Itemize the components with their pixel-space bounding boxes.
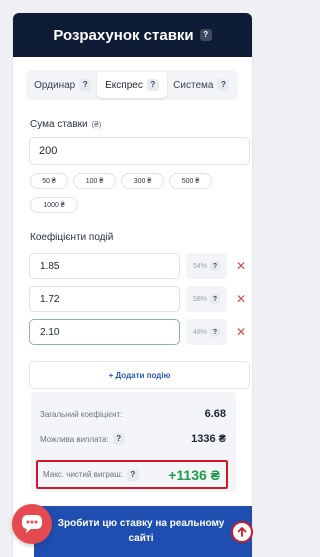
add-event-button[interactable]: + Додати подію [29, 361, 250, 389]
stake-preset-100[interactable]: 100 ₴ [73, 173, 116, 189]
help-icon[interactable]: ? [217, 79, 230, 91]
probability-badge: 54% ? [186, 253, 227, 279]
remove-event-icon[interactable]: ✕ [235, 253, 247, 279]
help-icon[interactable]: ? [210, 327, 220, 337]
stake-label-text: Сума ставки [30, 119, 88, 130]
stake-preset-500[interactable]: 500 ₴ [169, 173, 212, 189]
net-win-label: Макс. чистий виграш: ? [43, 468, 139, 481]
stake-preset-300[interactable]: 300 ₴ [121, 173, 164, 189]
stake-input[interactable]: 200 [29, 137, 250, 165]
net-win-label-text: Макс. чистий виграш: [43, 470, 123, 479]
net-win-highlight: Макс. чистий виграш: ? +1136 ₴ [36, 460, 228, 489]
chat-glyph [22, 515, 42, 533]
bet-type-tabs: Ординар ? Експрес ? Система ? [26, 70, 238, 100]
tab-label: Експрес [105, 79, 143, 91]
remove-event-icon[interactable]: ✕ [235, 286, 247, 312]
help-icon[interactable]: ? [210, 261, 220, 271]
total-odds-row: Загальний коефіцієнт: 6.68 [40, 408, 226, 420]
net-win-value: +1136 ₴ [168, 466, 220, 483]
help-icon[interactable]: ? [210, 294, 220, 304]
probability-value: 54% [192, 262, 207, 270]
probability-value: 58% [192, 295, 207, 303]
calculator-title: Розрахунок ставки [53, 26, 194, 44]
total-odds-label: Загальний коефіцієнт: [40, 409, 123, 419]
probability-value: 48% [192, 328, 207, 336]
place-bet-button[interactable]: Зробити цю ставку на реальному сайті [34, 506, 252, 557]
odds-label: Коефіцієнти подій [30, 232, 114, 243]
odd-input-2[interactable]: 1.72 [29, 286, 180, 312]
help-icon[interactable]: ? [112, 433, 125, 445]
odd-input-1[interactable]: 1.85 [29, 253, 180, 279]
tab-single[interactable]: Ординар ? [28, 72, 97, 98]
help-icon[interactable]: ? [79, 79, 92, 91]
help-icon[interactable]: ? [199, 29, 212, 41]
tab-label: Ординар [34, 79, 76, 91]
stake-preset-50[interactable]: 50 ₴ [30, 173, 68, 189]
tab-express[interactable]: Експрес ? [97, 72, 167, 98]
stake-label: Сума ставки (₴) [30, 119, 101, 130]
help-icon[interactable]: ? [126, 468, 139, 481]
arrow-up-glyph [237, 527, 247, 537]
remove-event-icon[interactable]: ✕ [235, 319, 247, 345]
chat-bubble-icon[interactable] [12, 504, 52, 544]
stake-preset-1000[interactable]: 1000 ₴ [30, 197, 78, 213]
arrow-up-circle-icon[interactable] [231, 521, 253, 543]
currency-hint: (₴) [91, 120, 102, 129]
tab-system[interactable]: Система ? [167, 72, 236, 98]
probability-badge: 58% ? [186, 286, 227, 312]
odd-input-3[interactable]: 2.10 [29, 319, 180, 345]
probability-badge: 48% ? [186, 319, 227, 345]
payout-label: Можлива виплата: ? [40, 433, 125, 445]
payout-label-text: Можлива виплата: [40, 434, 109, 444]
tab-label: Система [173, 79, 214, 91]
calculator-header: Розрахунок ставки ? [13, 13, 252, 57]
payout-row: Можлива виплата: ? 1336 ₴ [40, 433, 226, 445]
payout-value: 1336 ₴ [191, 433, 226, 445]
help-icon[interactable]: ? [146, 79, 159, 91]
total-odds-value: 6.68 [204, 408, 226, 420]
